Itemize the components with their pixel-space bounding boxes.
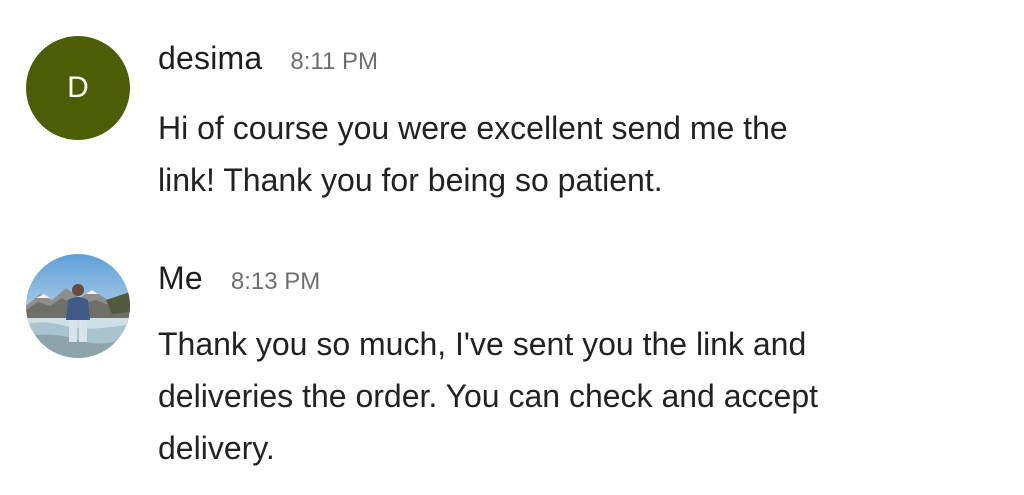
- message-text: Hi of course you were excellent send me …: [158, 110, 788, 198]
- avatar[interactable]: D: [26, 36, 130, 140]
- message-text: Thank you so much, I've sent you the lin…: [158, 326, 818, 466]
- chat-message: Me 8:13 PM Thank you so much, I've sent …: [0, 230, 1024, 495]
- message-header: desima 8:11 PM: [158, 40, 378, 77]
- sender-name[interactable]: Me: [158, 260, 203, 297]
- profile-photo-icon: [26, 254, 130, 358]
- avatar[interactable]: [26, 254, 130, 358]
- sender-name[interactable]: desima: [158, 40, 262, 77]
- avatar-initial: D: [67, 71, 89, 104]
- chat-message: D desima 8:11 PM Hi of course you were e…: [0, 0, 1024, 230]
- message-timestamp: 8:11 PM: [290, 48, 378, 75]
- message-timestamp: 8:13 PM: [230, 268, 321, 295]
- message-header: Me 8:13 PM: [158, 260, 320, 297]
